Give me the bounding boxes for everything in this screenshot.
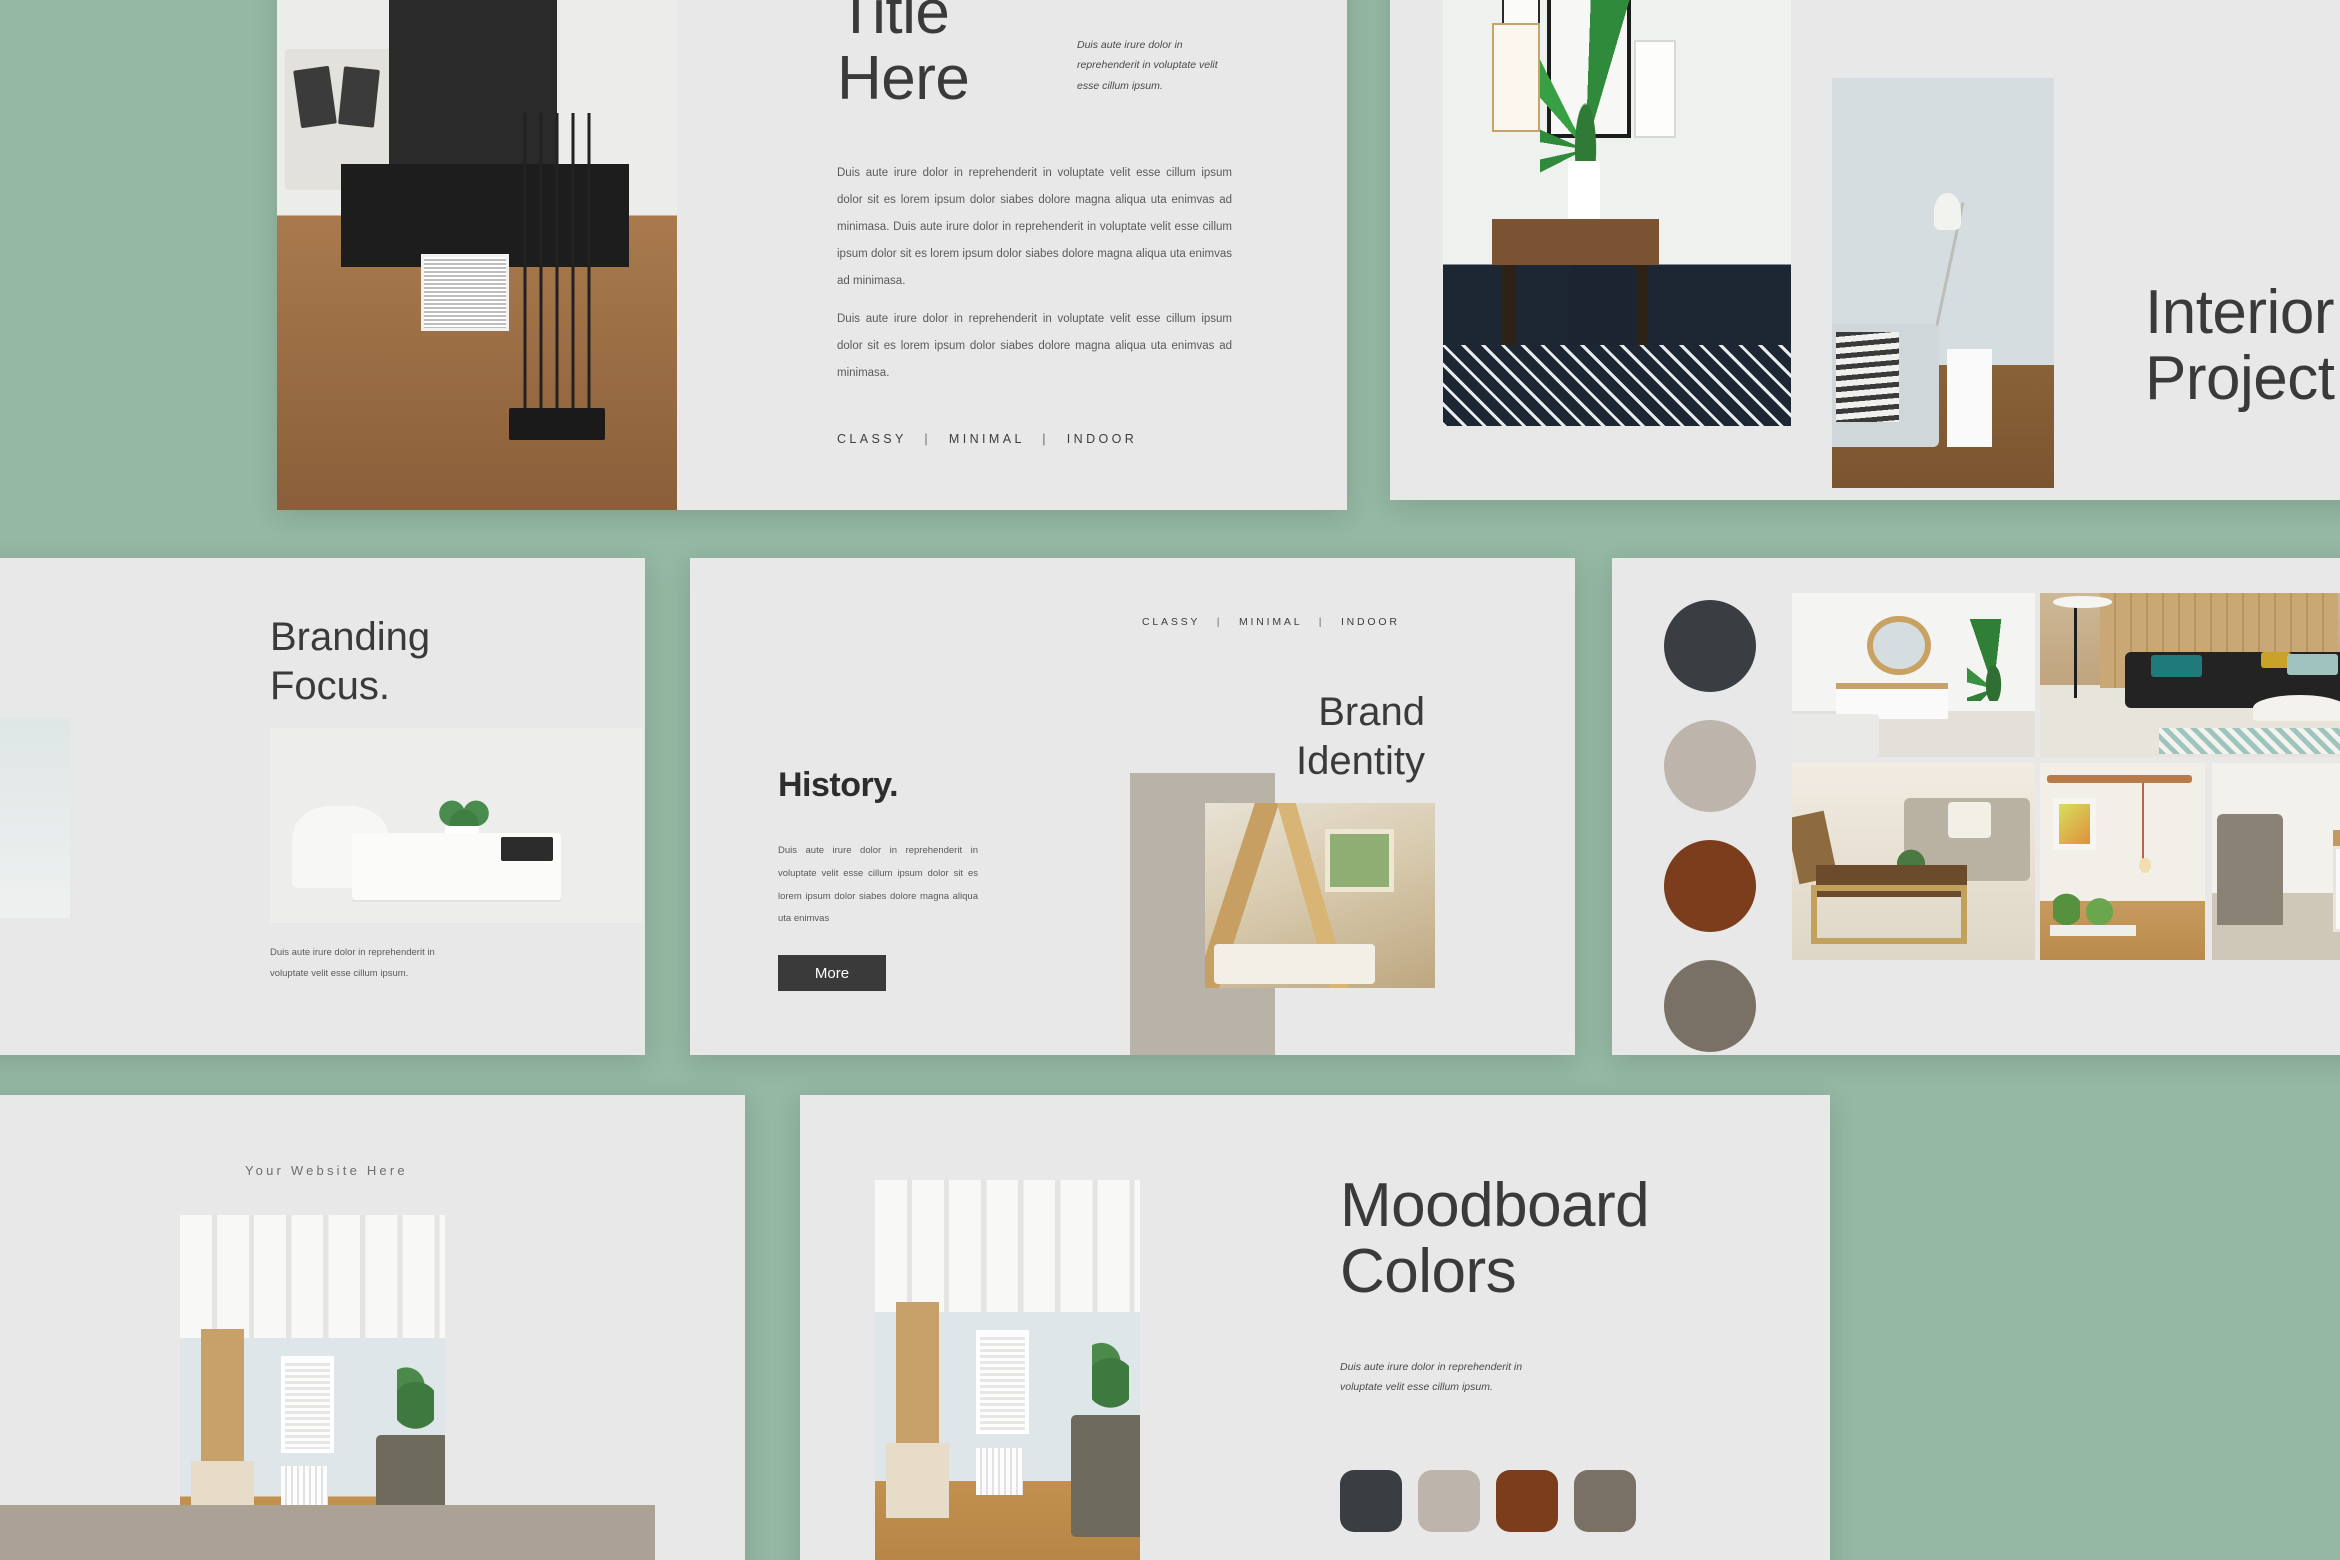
slide-history[interactable]: CLASSY | MINIMAL | INDOOR History. Duis … <box>690 558 1575 1055</box>
swatch-warm-grey[interactable] <box>1664 720 1756 812</box>
title-tagline: CLASSY | MINIMAL | INDOOR <box>837 432 1137 446</box>
tagline-item-minimal: MINIMAL <box>1239 616 1302 628</box>
history-heading: History. <box>778 766 899 804</box>
interior-heading-line-1: Interior <box>2145 278 2334 347</box>
slide-moodboard-grid[interactable] <box>1612 558 2340 1055</box>
bedroom-round-mirror-photo <box>1792 593 2035 757</box>
attic-wooden-beams-photo <box>1205 803 1435 988</box>
tagline-separator: | <box>1042 432 1049 446</box>
tagline-separator: | <box>924 432 932 446</box>
chair-and-desk-photo <box>2212 763 2340 960</box>
tagline-item-minimal: MINIMAL <box>948 432 1025 446</box>
branding-edge-fragment-top: re <box>0 595 25 617</box>
swatch-charcoal[interactable] <box>1664 600 1756 692</box>
white-desk-plant-speaker-photo <box>270 728 643 923</box>
brand-identity-heading: Brand Identity <box>1185 688 1425 786</box>
slide-branding-focus[interactable]: Branding Focus. Duis aute irure dolor in… <box>0 558 645 1055</box>
moodboard-colors-heading: Moodboard Colors <box>1340 1171 1650 1306</box>
swatch-taupe[interactable] <box>1664 960 1756 1052</box>
slide-interior-project[interactable]: & Duis aute irure dolor in reprehenderit… <box>1390 0 2340 500</box>
title-side-note: Duis aute irure dolor in reprehenderit i… <box>1077 39 1218 92</box>
gold-coffee-table-photo <box>1792 763 2035 960</box>
title-line-1: Title <box>837 0 950 47</box>
swatch-taupe[interactable] <box>1574 1470 1636 1532</box>
brand-identity-line-2: Identity <box>1296 738 1425 783</box>
sofa-with-lamp-photo <box>1832 78 2054 488</box>
branding-focus-caption: Duis aute irure dolor in reprehenderit i… <box>270 947 435 979</box>
branding-focus-heading: Branding Focus. <box>270 613 430 711</box>
interior-project-heading: Interior Project <box>2145 278 2335 413</box>
swatch-warm-grey[interactable] <box>1418 1470 1480 1532</box>
brand-identity-line-1: Brand <box>1318 690 1425 734</box>
branding-heading-line-1: Branding <box>270 615 431 659</box>
title-body-paragraph-2: Duis aute irure dolor in reprehenderit i… <box>837 313 1232 380</box>
dark-sofa-wood-wall-photo <box>2040 593 2340 757</box>
tagline-item-indoor: INDOOR <box>1340 616 1400 628</box>
tagline-item-indoor: INDOOR <box>1066 432 1138 446</box>
desk-with-palm-and-frames-photo: & <box>1443 0 1791 426</box>
company-band <box>0 1505 655 1560</box>
interior-heading-line-2: Project <box>2145 343 2335 413</box>
title-heading: Title Here <box>837 0 1057 111</box>
swatch-column <box>1664 600 1756 1052</box>
slide-website[interactable]: Your Website Here Company in sit gna <box>0 1095 745 1560</box>
branding-edge-fragment-bottom: derit in <box>0 868 50 890</box>
history-tagline: CLASSY | MINIMAL | INDOOR <box>1142 616 1400 628</box>
moodboard-swatch-row <box>1340 1470 1636 1532</box>
title-body-paragraph-1: Duis aute irure dolor in reprehenderit i… <box>837 167 1232 288</box>
slide-moodboard-colors[interactable]: Moodboard Colors Duis aute irure dolor i… <box>800 1095 1830 1560</box>
slide-deck-mockup: Title Here Duis aute irure dolor in repr… <box>0 0 2340 1560</box>
tagline-separator: | <box>1318 616 1325 628</box>
room-with-rug-photo <box>875 1180 1140 1560</box>
shelf-with-plants-photo <box>2040 763 2205 960</box>
tagline-item-classy: CLASSY <box>837 432 907 446</box>
moodboard-colors-subtitle: Duis aute irure dolor in reprehenderit i… <box>1340 1361 1523 1394</box>
more-button[interactable]: More <box>778 955 886 991</box>
swatch-rust-brown[interactable] <box>1664 840 1756 932</box>
your-website-here-label: Your Website Here <box>245 1163 408 1178</box>
slide-title[interactable]: Title Here Duis aute irure dolor in repr… <box>277 0 1347 510</box>
branding-heading-line-2: Focus. <box>270 663 391 708</box>
history-paragraph: Duis aute irure dolor in reprehenderit i… <box>778 845 978 925</box>
swatch-rust-brown[interactable] <box>1496 1470 1558 1532</box>
moodboard-heading-line-1: Moodboard <box>1340 1171 1650 1240</box>
tagline-item-classy: CLASSY <box>1142 616 1201 628</box>
more-button-label: More <box>814 964 850 982</box>
moodboard-heading-line-2: Colors <box>1340 1236 1517 1306</box>
swatch-charcoal[interactable] <box>1340 1470 1402 1532</box>
title-line-2: Here <box>837 43 970 113</box>
tagline-separator: | <box>1216 616 1223 628</box>
living-room-fireplace-photo <box>277 0 677 510</box>
